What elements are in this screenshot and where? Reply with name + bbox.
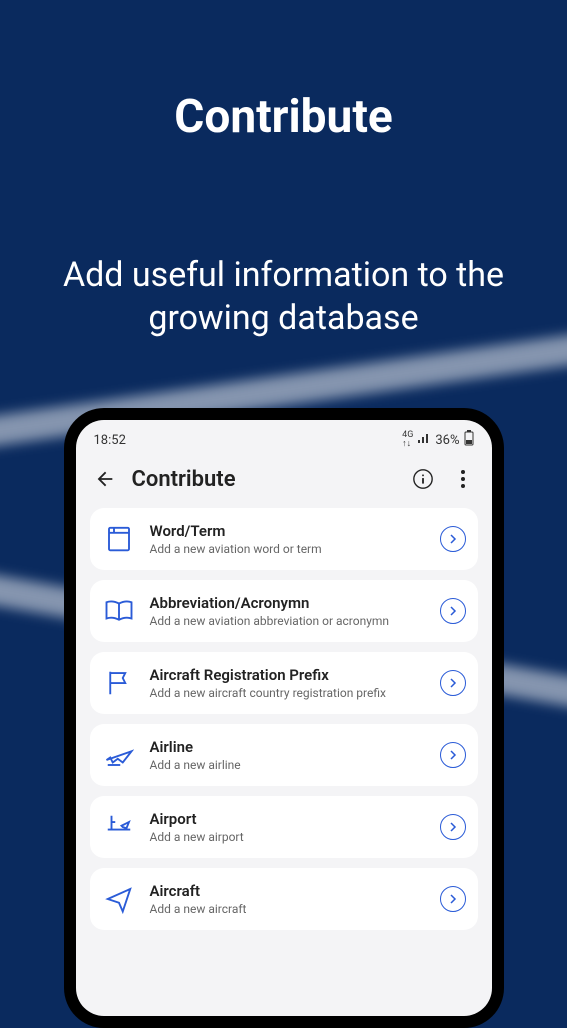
book-icon [102,594,136,628]
appbar: Contribute [76,454,492,508]
list-item-title: Abbreviation/Acronymn [150,594,426,612]
chevron-right-icon [440,598,466,624]
list-item-subtitle: Add a new aviation word or term [150,542,426,556]
list-item-body: Airport Add a new airport [150,810,426,844]
list-item-body: Word/Term Add a new aviation word or term [150,522,426,556]
list-item-subtitle: Add a new airport [150,830,426,844]
aircraft-icon [102,882,136,916]
airport-icon [102,810,136,844]
chevron-right-icon [440,886,466,912]
list-item-subtitle: Add a new aircraft country registration … [150,686,426,700]
statusbar-right: 4G↑↓ 36% [402,430,473,450]
list-item-body: Airline Add a new airline [150,738,426,772]
chevron-right-icon [440,742,466,768]
chevron-right-icon [440,670,466,696]
phone-frame: 18:52 4G↑↓ 36% Contribute [64,408,504,1028]
list-item-subtitle: Add a new aircraft [150,902,426,916]
statusbar-battery-icon [464,430,474,450]
back-button[interactable] [92,466,118,492]
statusbar: 18:52 4G↑↓ 36% [76,420,492,454]
chevron-right-icon [440,526,466,552]
statusbar-network-icon: 4G↑↓ [402,431,413,449]
list-item-subtitle: Add a new airline [150,758,426,772]
word-icon [102,522,136,556]
list-item[interactable]: Aircraft Registration Prefix Add a new ai… [90,652,478,714]
statusbar-battery: 36% [435,433,459,448]
contribute-list: Word/Term Add a new aviation word or term… [76,508,492,930]
list-item-title: Aircraft [150,882,426,900]
statusbar-time: 18:52 [94,433,126,448]
flag-icon [102,666,136,700]
more-button[interactable] [450,466,476,492]
hero-title: Contribute [0,0,567,144]
list-item-title: Aircraft Registration Prefix [150,666,426,684]
list-item-title: Word/Term [150,522,426,540]
list-item-subtitle: Add a new aviation abbreviation or acron… [150,614,426,628]
list-item-body: Aircraft Registration Prefix Add a new ai… [150,666,426,700]
list-item[interactable]: Abbreviation/Acronymn Add a new aviation … [90,580,478,642]
list-item[interactable]: Word/Term Add a new aviation word or term [90,508,478,570]
statusbar-signal-icon [417,432,431,448]
list-item-title: Airline [150,738,426,756]
airline-icon [102,738,136,772]
info-button[interactable] [410,466,436,492]
chevron-right-icon [440,814,466,840]
list-item[interactable]: Airport Add a new airport [90,796,478,858]
list-item[interactable]: Aircraft Add a new aircraft [90,868,478,930]
list-item-body: Aircraft Add a new aircraft [150,882,426,916]
list-item-title: Airport [150,810,426,828]
phone-screen: 18:52 4G↑↓ 36% Contribute [76,420,492,1016]
list-item-body: Abbreviation/Acronymn Add a new aviation … [150,594,426,628]
hero-subtitle: Add useful information to the growing da… [0,144,567,339]
list-item[interactable]: Airline Add a new airline [90,724,478,786]
appbar-title: Contribute [132,467,396,492]
